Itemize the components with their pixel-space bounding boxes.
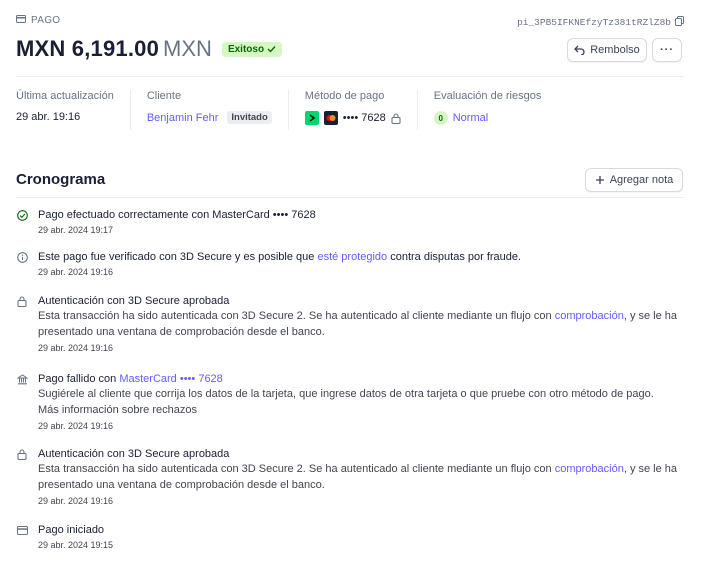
- add-note-button[interactable]: Agregar nota: [585, 168, 683, 192]
- customer-value: Benjamin Fehr Invitado: [147, 111, 272, 124]
- more-options-button[interactable]: ···: [652, 38, 682, 62]
- event-title: Autenticación con 3D Secure aprobada: [38, 448, 230, 460]
- add-note-label: Agregar nota: [609, 174, 674, 186]
- event-title: Pago fallido con MasterCard •••• 7628: [38, 372, 684, 386]
- amount-row: MXN 6,191.00 MXN Exitoso: [16, 36, 283, 62]
- event-body: Pago efectuado correctamente con MasterC…: [38, 208, 684, 235]
- summary-risk: Evaluación de riesgos 0 Normal: [433, 90, 558, 130]
- event-body: Pago fallido con MasterCard •••• 7628 Su…: [38, 372, 684, 431]
- event-body: Autenticación con 3D Secure aprobada Est…: [38, 294, 684, 353]
- status-badge: Exitoso: [221, 41, 283, 57]
- payment-id-text: pi_3PB5IFKNEfzyTz381tRZlZ8b: [517, 17, 671, 28]
- refund-button[interactable]: Rembolso: [567, 38, 647, 62]
- decline-info-link[interactable]: Más información sobre rechazos: [38, 402, 684, 418]
- risk-value[interactable]: 0 Normal: [433, 111, 542, 125]
- payment-tag: PAGO: [16, 15, 60, 26]
- payment-id[interactable]: pi_3PB5IFKNEfzyTz381tRZlZ8b: [517, 16, 684, 29]
- link-pay-icon: [304, 111, 319, 125]
- bank-icon: [16, 373, 28, 385]
- guest-badge: Invitado: [227, 111, 272, 124]
- customer-name-link[interactable]: Benjamin Fehr: [147, 112, 219, 124]
- undo-arrow-icon: [574, 45, 585, 55]
- event-desc-pre: Esta transacción ha sido autenticada con…: [38, 463, 555, 475]
- event-description: Esta transacción ha sido autenticada con…: [38, 308, 684, 340]
- payment-method-value[interactable]: •••• 7628: [304, 111, 401, 125]
- event-title: Este pago fue verificado con 3D Secure y…: [38, 250, 684, 264]
- payment-card-icon: [16, 15, 26, 26]
- more-options-icon: ···: [660, 44, 674, 56]
- copy-icon[interactable]: [675, 16, 684, 29]
- refund-label: Rembolso: [590, 44, 640, 56]
- lock-icon: [16, 295, 28, 307]
- lock-icon: [16, 448, 28, 460]
- payment-icon: [16, 524, 28, 536]
- check-icon: [267, 46, 276, 53]
- summary-last-update: Última actualización 29 abr. 19:16: [16, 90, 131, 130]
- payment-amount: MXN 6,191.00: [16, 36, 160, 61]
- event-time: 29 abr. 2024 19:17: [38, 225, 114, 235]
- verification-link[interactable]: comprobación: [555, 463, 624, 475]
- summary-customer: Cliente Benjamin Fehr Invitado: [147, 90, 289, 130]
- event-desc-pre: Esta transacción ha sido autenticada con…: [38, 310, 555, 322]
- event-body: Pago iniciado 29 abr. 2024 19:15: [38, 523, 684, 550]
- last-update-value: 29 abr. 19:16: [16, 111, 81, 123]
- event-description: Sugiérele al cliente que corrija los dat…: [38, 388, 654, 400]
- risk-score: 0: [433, 111, 448, 125]
- event-time: 29 abr. 2024 19:16: [38, 496, 114, 506]
- event-title: Pago iniciado: [38, 524, 105, 536]
- risk-level-link[interactable]: Normal: [453, 112, 488, 124]
- verification-link[interactable]: comprobación: [555, 310, 624, 322]
- event-time: 29 abr. 2024 19:16: [38, 421, 114, 431]
- event-title-pre: Pago fallido con: [38, 373, 120, 385]
- header-top: PAGO pi_3PB5IFKNEfzyTz381tRZlZ8b: [16, 14, 684, 30]
- info-icon: [16, 251, 28, 263]
- check-circle-icon: [16, 209, 28, 221]
- plus-icon: [595, 176, 604, 184]
- summary-payment-method: Método de pago •••• 7628: [304, 90, 418, 130]
- event-time: 29 abr. 2024 19:16: [38, 267, 114, 277]
- event-body: Autenticación con 3D Secure aprobada Est…: [38, 447, 684, 506]
- payment-currency: MXN: [163, 36, 212, 61]
- event-title-post: contra disputas por fraude.: [387, 251, 522, 263]
- event-body: Este pago fue verificado con 3D Secure y…: [38, 250, 684, 277]
- event-description: Esta transacción ha sido autenticada con…: [38, 461, 684, 493]
- status-label: Exitoso: [227, 43, 265, 55]
- protected-link[interactable]: esté protegido: [317, 251, 387, 263]
- card-link[interactable]: MasterCard •••• 7628: [119, 373, 222, 385]
- event-time: 29 abr. 2024 19:15: [38, 540, 114, 550]
- timeline-divider: [16, 197, 684, 198]
- lock-icon: [391, 112, 401, 124]
- last-update-label: Última actualización: [16, 90, 114, 102]
- payment-tag-label: PAGO: [31, 15, 61, 26]
- mastercard-icon: [323, 111, 338, 125]
- card-last4: •••• 7628: [342, 112, 386, 124]
- header-divider: [16, 76, 684, 77]
- event-title: Autenticación con 3D Secure aprobada: [38, 295, 230, 307]
- event-title: Pago efectuado correctamente con MasterC…: [38, 209, 316, 221]
- payment-method-label: Método de pago: [304, 90, 385, 102]
- customer-label: Cliente: [146, 90, 182, 102]
- summary-row: Última actualización 29 abr. 19:16 Clien…: [16, 90, 573, 130]
- timeline-title: Cronograma: [16, 171, 106, 188]
- event-title-pre: Este pago fue verificado con 3D Secure y…: [38, 251, 318, 263]
- event-time: 29 abr. 2024 19:16: [38, 343, 114, 353]
- risk-label: Evaluación de riesgos: [433, 90, 542, 102]
